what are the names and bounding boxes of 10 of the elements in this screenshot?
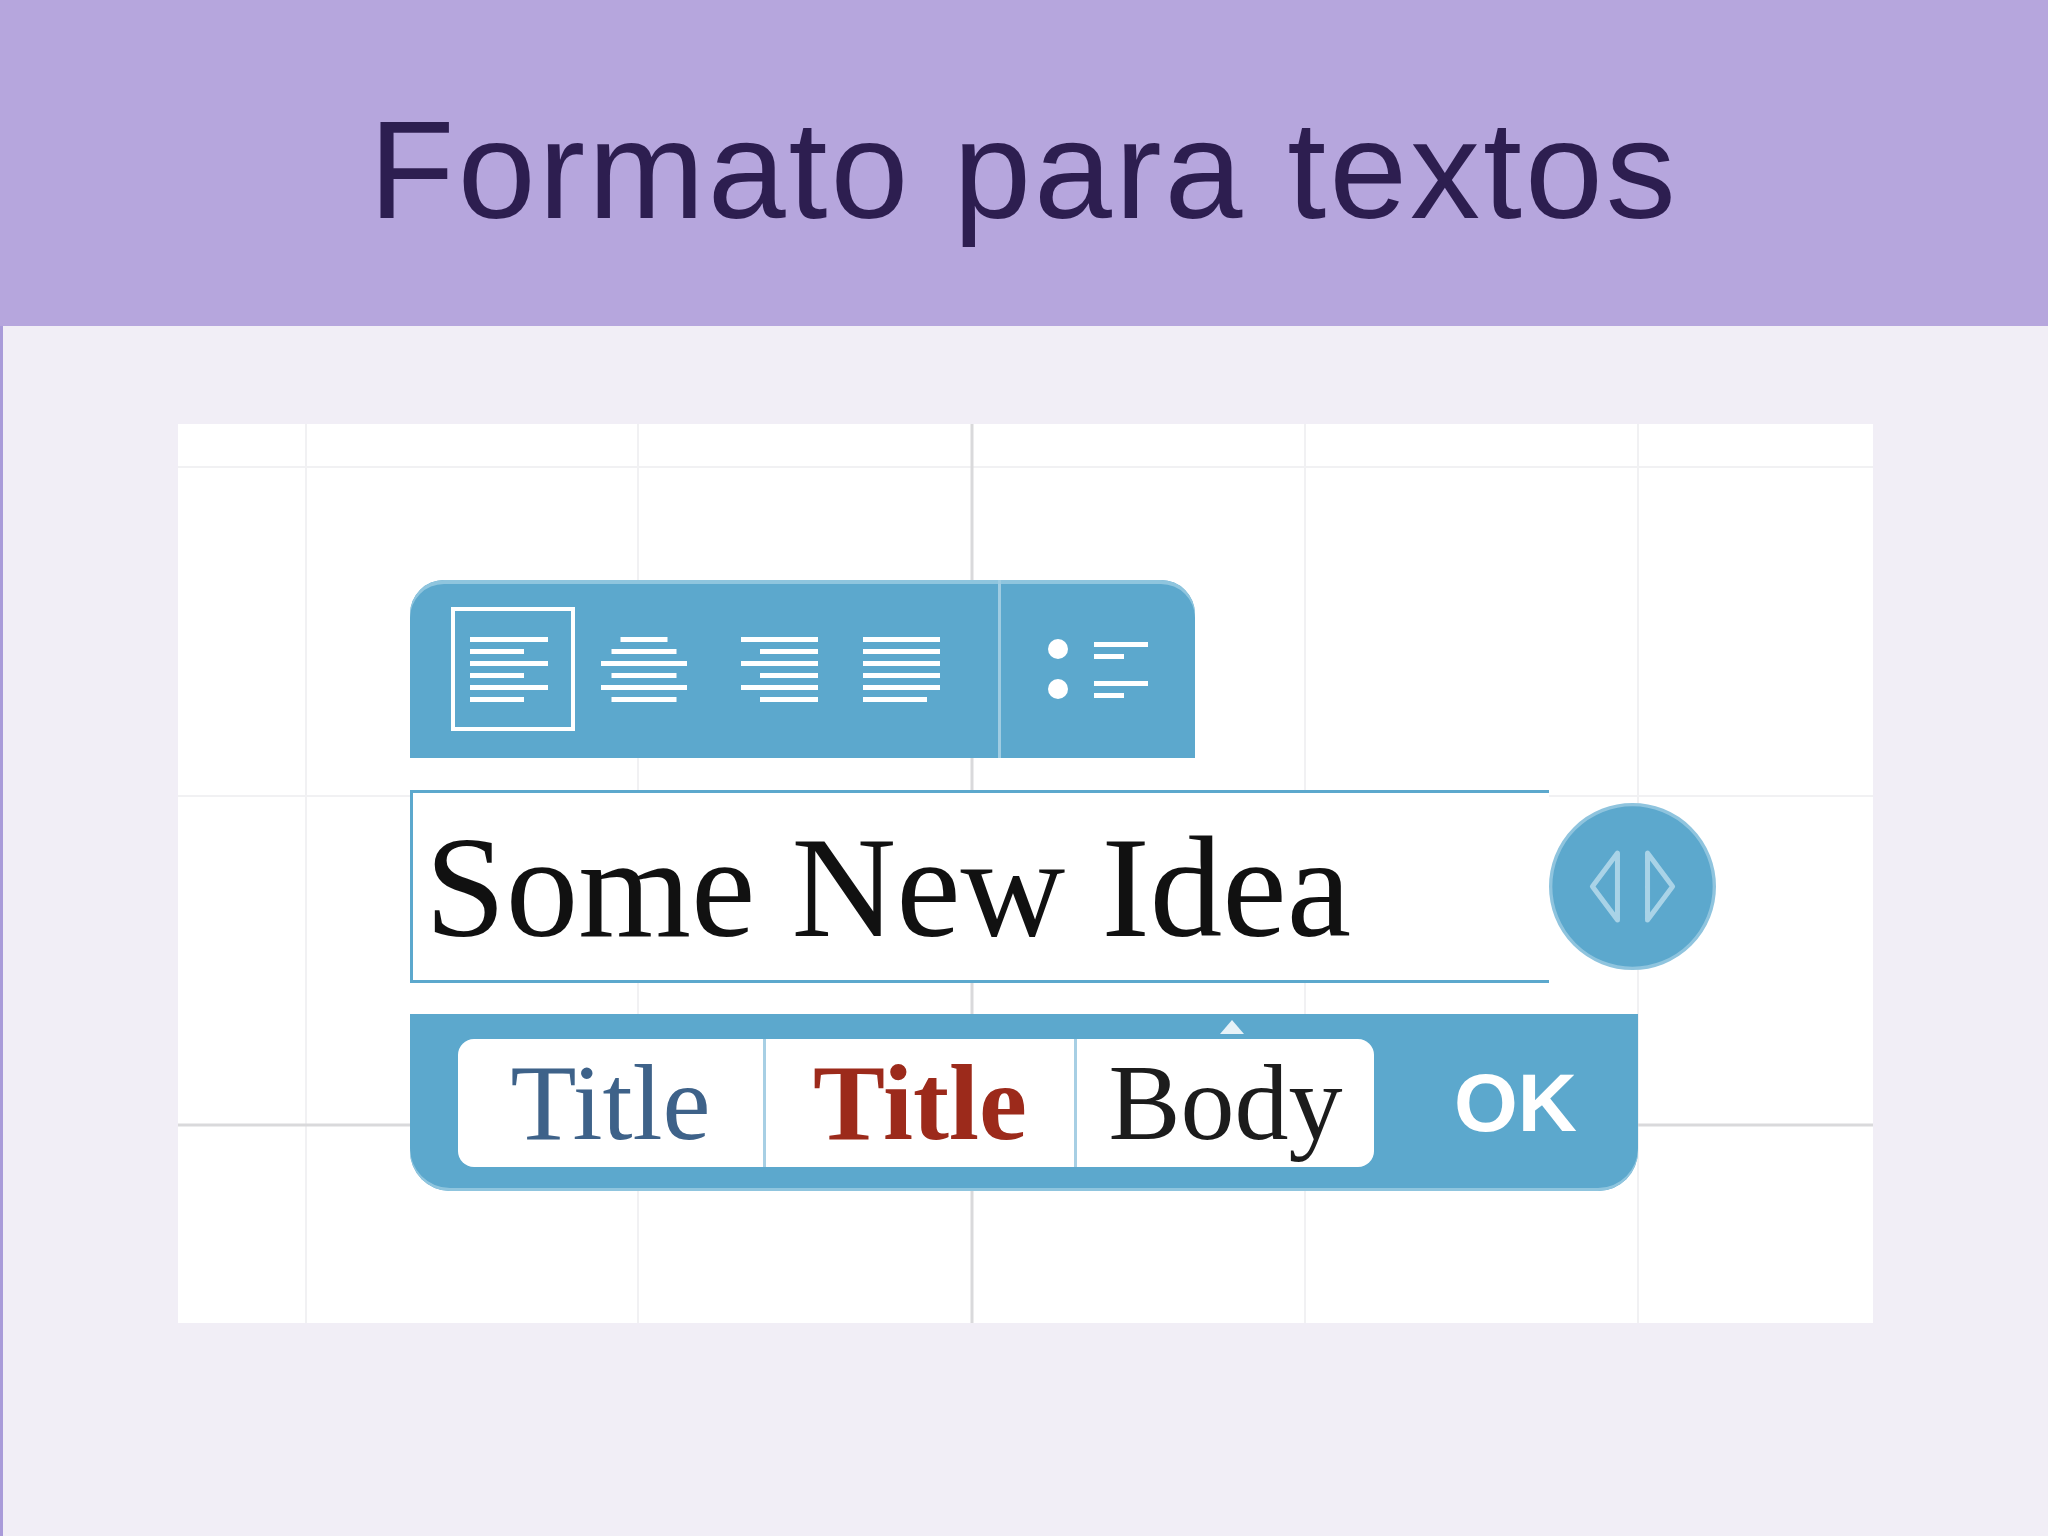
align-button[interactable]	[451, 607, 575, 731]
style-option[interactable]: Body	[1074, 1038, 1374, 1167]
left-right-arrows-icon[interactable]	[1549, 803, 1716, 970]
align-center-icon	[600, 636, 688, 702]
style-option[interactable]: Title	[458, 1038, 763, 1167]
style-option[interactable]: Title	[763, 1038, 1074, 1167]
slide-title: Formato para textos	[368, 90, 1680, 250]
text-field[interactable]: Some New Idea	[410, 790, 1549, 983]
caret-icon	[1220, 1020, 1244, 1034]
bullet-list-icon[interactable]	[1047, 638, 1149, 700]
